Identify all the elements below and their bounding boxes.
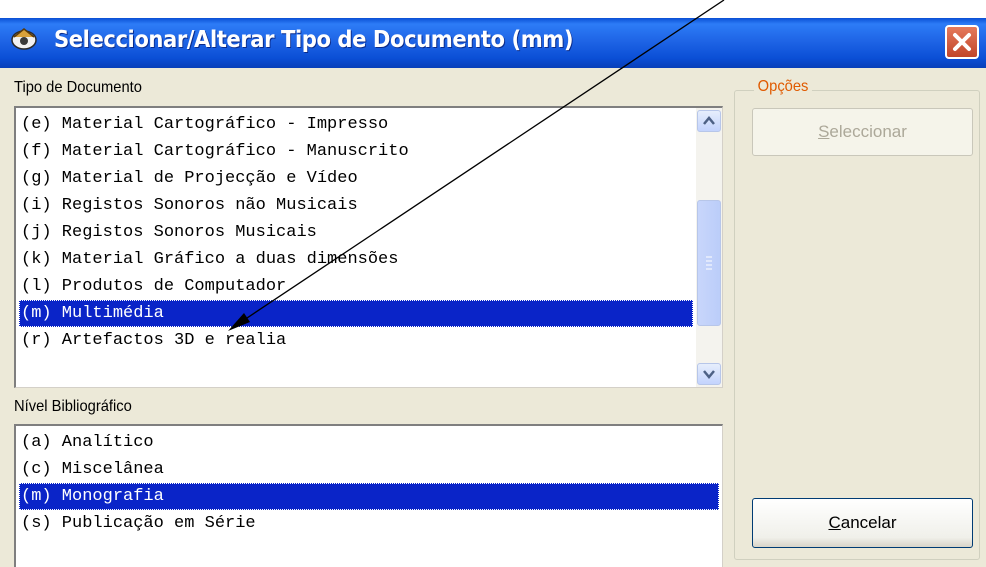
doc-type-item[interactable]: (k) Material Gráfico a duas dimensões — [19, 246, 693, 273]
chevron-up-icon — [703, 116, 715, 125]
bib-level-listbox[interactable]: (a) Analítico (c) Miscelânea (m) Monogra… — [14, 424, 723, 567]
scroll-down-button[interactable] — [697, 363, 721, 385]
bib-level-item[interactable]: (s) Publicação em Série — [19, 510, 719, 537]
window-title: Seleccionar/Alterar Tipo de Documento (m… — [54, 27, 574, 53]
close-button[interactable] — [945, 25, 979, 59]
options-group — [734, 90, 980, 560]
doc-type-item[interactable]: (f) Material Cartográfico - Manuscrito — [19, 138, 693, 165]
close-icon — [953, 33, 971, 51]
select-button-label: Seleccionar — [818, 122, 907, 141]
scroll-thumb[interactable] — [697, 200, 721, 326]
cancel-button-label: Cancelar — [828, 513, 897, 532]
title-bar[interactable]: Seleccionar/Alterar Tipo de Documento (m… — [0, 18, 986, 68]
doc-type-item[interactable]: (r) Artefactos 3D e realia — [19, 327, 693, 354]
app-icon — [11, 28, 37, 50]
bib-level-item-selected[interactable]: (m) Monografia — [19, 483, 719, 510]
doc-type-item-selected[interactable]: (m) Multimédia — [19, 300, 693, 327]
doc-type-item[interactable]: (j) Registos Sonoros Musicais — [19, 219, 693, 246]
dialog-window: Seleccionar/Alterar Tipo de Documento (m… — [0, 18, 986, 567]
grip-icon — [706, 256, 712, 270]
bib-level-item[interactable]: (c) Miscelânea — [19, 456, 719, 483]
doc-type-item[interactable]: (e) Material Cartográfico - Impresso — [19, 111, 693, 138]
doc-type-scrollbar[interactable] — [696, 108, 722, 387]
bib-level-label: Nível Bibliográfico — [14, 398, 132, 415]
chevron-down-icon — [703, 370, 715, 379]
doc-type-item[interactable]: (g) Material de Projecção e Vídeo — [19, 165, 693, 192]
cancel-button[interactable]: Cancelar — [752, 498, 973, 548]
doc-type-item[interactable]: (i) Registos Sonoros não Musicais — [19, 192, 693, 219]
select-button[interactable]: Seleccionar — [752, 108, 973, 156]
doc-type-item[interactable]: (l) Produtos de Computador — [19, 273, 693, 300]
scroll-up-button[interactable] — [697, 110, 721, 132]
doc-type-label: Tipo de Documento — [14, 79, 142, 96]
bib-level-item[interactable]: (a) Analítico — [19, 429, 719, 456]
doc-type-listbox[interactable]: (e) Material Cartográfico - Impresso (f)… — [14, 106, 723, 388]
options-label: Opções — [754, 78, 813, 96]
